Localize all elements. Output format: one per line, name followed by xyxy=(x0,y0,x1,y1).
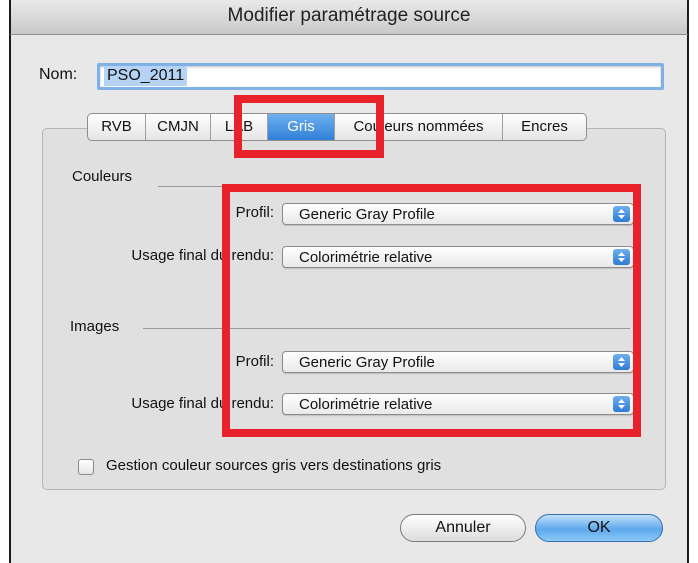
couleurs-section-label: Couleurs xyxy=(72,168,133,185)
name-input-value[interactable]: PSO_2011 xyxy=(104,66,188,86)
gray-management-checkbox[interactable] xyxy=(78,459,94,475)
gray-management-label[interactable]: Gestion couleur sources gris vers destin… xyxy=(106,457,441,474)
tab-cmjn[interactable]: CMJN xyxy=(146,114,211,140)
annotation-highlight-popups xyxy=(222,184,641,437)
name-label: Nom: xyxy=(39,66,78,83)
tab-rvb[interactable]: RVB xyxy=(88,114,146,140)
cancel-button[interactable]: Annuler xyxy=(400,514,526,542)
window-title: Modifier paramétrage source xyxy=(227,5,471,26)
images-section-label: Images xyxy=(70,318,120,335)
ok-button[interactable]: OK xyxy=(535,514,663,542)
annotation-highlight-tabs xyxy=(234,95,384,158)
tab-encres[interactable]: Encres xyxy=(503,114,586,140)
